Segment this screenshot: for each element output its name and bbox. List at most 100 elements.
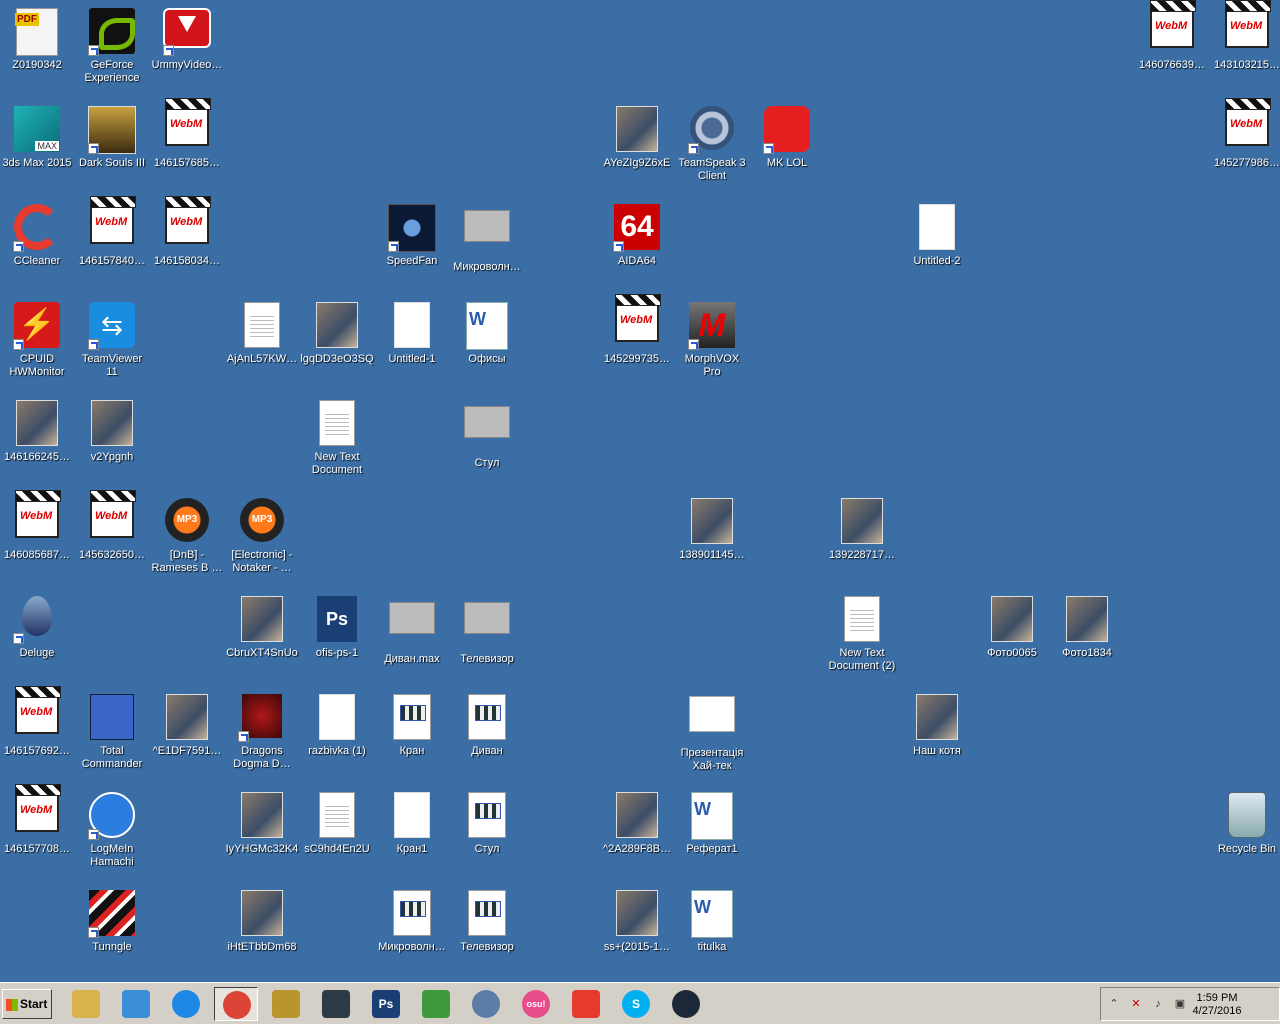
desktop-icon[interactable]: Стул (450, 396, 524, 490)
desktop-icon[interactable]: Диван.max (375, 592, 449, 686)
taskbar-button[interactable] (314, 987, 358, 1021)
deluge-icon (13, 596, 61, 644)
desktop-icon-label: Реферат1 (686, 843, 738, 855)
desktop-icon[interactable]: WebM 145632650… (75, 490, 149, 588)
desktop-icon[interactable]: WebM 145299735… (600, 294, 674, 392)
desktop-icon[interactable]: ⇆ TeamViewer 11 (75, 298, 149, 392)
desktop-icon[interactable]: Dragons Dogma D… (225, 690, 299, 784)
desktop-icon-label: Deluge (19, 647, 55, 659)
desktop-icon[interactable]: W Реферат1 (675, 788, 749, 882)
desktop-icon[interactable]: WebM 143103215… (1210, 0, 1280, 98)
desktop-icon[interactable]: Recycle Bin (1210, 788, 1280, 882)
desktop-icon[interactable]: TeamSpeak 3 Client (675, 102, 749, 196)
desktop-icon[interactable]: Ps ofis-ps-1 (300, 592, 374, 686)
pdf-file-icon: PDF (13, 8, 61, 56)
taskbar-button[interactable] (214, 987, 258, 1021)
desktop-icon[interactable]: Кран1 (375, 788, 449, 882)
desktop-icon[interactable]: AjAnL57KW… (225, 298, 299, 392)
desktop-icon[interactable]: ss+(2015-1… (600, 886, 674, 980)
desktop-icon[interactable]: v2Ypgnh (75, 396, 149, 490)
shortcut-arrow-icon (88, 829, 99, 840)
desktop-icon[interactable]: Стул (450, 788, 524, 882)
desktop-icon[interactable]: New Text Document (300, 396, 374, 490)
desktop-icon[interactable]: 146166245… (0, 396, 74, 490)
desktop-icon[interactable]: WebM 146076639… (1135, 0, 1209, 98)
start-button[interactable]: Start (2, 989, 52, 1019)
desktop-icon[interactable]: Кран (375, 690, 449, 784)
desktop-icon[interactable]: MK LOL (750, 102, 824, 196)
taskbar-button[interactable] (564, 987, 608, 1021)
taskbar-button[interactable]: osu! (514, 987, 558, 1021)
taskbar-button[interactable] (664, 987, 708, 1021)
desktop-icon[interactable]: WebM 146157708… (0, 784, 74, 882)
taskbar-button[interactable]: Ps (364, 987, 408, 1021)
desktop-icon[interactable]: SpeedFan (375, 200, 449, 294)
taskbar-button[interactable]: S (614, 987, 658, 1021)
desktop-icon[interactable]: 64 AIDA64 (600, 200, 674, 294)
clock[interactable]: 1:59 PM 4/27/2016 (1189, 992, 1245, 1018)
desktop-icon[interactable]: Фото0065 (975, 592, 1049, 686)
taskbar-button[interactable] (114, 987, 158, 1021)
desktop-icon[interactable]: CbruXT4SnUo (225, 592, 299, 686)
taskbar-button[interactable] (164, 987, 208, 1021)
desktop-icon[interactable]: ^2A289F8B… (600, 788, 674, 882)
desktop-icon[interactable]: Untitled-1 (375, 298, 449, 392)
desktop-icon[interactable]: 139228717… (825, 494, 899, 588)
desktop-icon[interactable]: iHtETbbDm68 (225, 886, 299, 980)
desktop-icon[interactable]: Презентація Хай-тек (675, 690, 749, 784)
desktop-icon[interactable]: WebM 146085687… (0, 490, 74, 588)
chrome-icon (223, 991, 251, 1019)
desktop[interactable]: PDF Z0190342 GeForce Experience UmmyVideo… M… (0, 0, 1280, 982)
desktop-icon[interactable]: GeForce Experience (75, 4, 149, 98)
desktop-icon[interactable]: WebM 146158034… (150, 196, 224, 294)
shortcut-arrow-icon (88, 143, 99, 154)
desktop-icon[interactable]: WebM 146157840… (75, 196, 149, 294)
desktop-icon[interactable]: Телевизор (450, 886, 524, 980)
desktop-icon[interactable]: ⚡ CPUID HWMonitor (0, 298, 74, 392)
desktop-icon[interactable]: PDF Z0190342 (0, 4, 74, 98)
desktop-icon[interactable]: MP3 [Electronic] - Notaker - … (225, 494, 299, 588)
desktop-icon[interactable]: W Офисы (450, 298, 524, 392)
desktop-icon[interactable]: CCleaner (0, 200, 74, 294)
text-file-icon (238, 302, 286, 350)
desktop-icon[interactable]: Телевизор (450, 592, 524, 686)
desktop-icon[interactable]: Wtitulka (675, 886, 749, 980)
taskbar-button[interactable] (464, 987, 508, 1021)
desktop-icon[interactable]: Микроволн… (375, 886, 449, 980)
desktop-icon[interactable]: 138901145… (675, 494, 749, 588)
desktop-icon[interactable]: UmmyVideo… (150, 4, 224, 98)
desktop-icon[interactable]: Deluge (0, 592, 74, 686)
volume-icon[interactable]: ♪ (1151, 997, 1165, 1011)
desktop-icon[interactable]: AYeZIg9Z6xE (600, 102, 674, 196)
desktop-icon[interactable]: Untitled-2 (900, 200, 974, 294)
desktop-icon[interactable]: LogMeIn Hamachi (75, 788, 149, 882)
desktop-icon[interactable]: Dark Souls III (75, 102, 149, 196)
desktop-icon[interactable]: sC9hd4En2U (300, 788, 374, 882)
show-hidden-icon[interactable]: ⌃ (1107, 997, 1121, 1011)
desktop-icon[interactable]: MAX 3ds Max 2015 (0, 102, 74, 196)
taskbar-button[interactable] (264, 987, 308, 1021)
steam-like-icon (322, 990, 350, 1018)
desktop-icon[interactable]: IyYHGMc32K4 (225, 788, 299, 882)
taskbar-button[interactable] (414, 987, 458, 1021)
desktop-icon[interactable]: M MorphVOX Pro (675, 298, 749, 392)
desktop-icon-label: Tunngle (92, 941, 132, 953)
desktop-icon[interactable]: razbivka (1) (300, 690, 374, 784)
network-icon[interactable]: ▣ (1173, 997, 1187, 1011)
desktop-icon[interactable]: WebM 146157685… (150, 98, 224, 196)
desktop-icon[interactable]: Микроволн… (450, 200, 524, 294)
desktop-icon[interactable]: Tunngle (75, 886, 149, 980)
desktop-icon[interactable]: Фото1834 (1050, 592, 1124, 686)
network-error-icon[interactable]: ✕ (1129, 997, 1143, 1011)
desktop-icon[interactable]: Total Commander (75, 690, 149, 784)
desktop-icon-label: UmmyVideo… (151, 59, 223, 71)
desktop-icon[interactable]: WebM 145277986… (1210, 98, 1280, 196)
desktop-icon[interactable]: WebM 146157692… (0, 686, 74, 784)
desktop-icon[interactable]: Наш котя (900, 690, 974, 784)
taskbar-button[interactable] (64, 987, 108, 1021)
desktop-icon[interactable]: ^E1DF7591… (150, 690, 224, 784)
desktop-icon[interactable]: MP3 [DnB] - Rameses B … (150, 494, 224, 588)
desktop-icon[interactable]: lgqDD3eO3SQ (300, 298, 374, 392)
desktop-icon[interactable]: Диван (450, 690, 524, 784)
desktop-icon[interactable]: New Text Document (2) (825, 592, 899, 686)
